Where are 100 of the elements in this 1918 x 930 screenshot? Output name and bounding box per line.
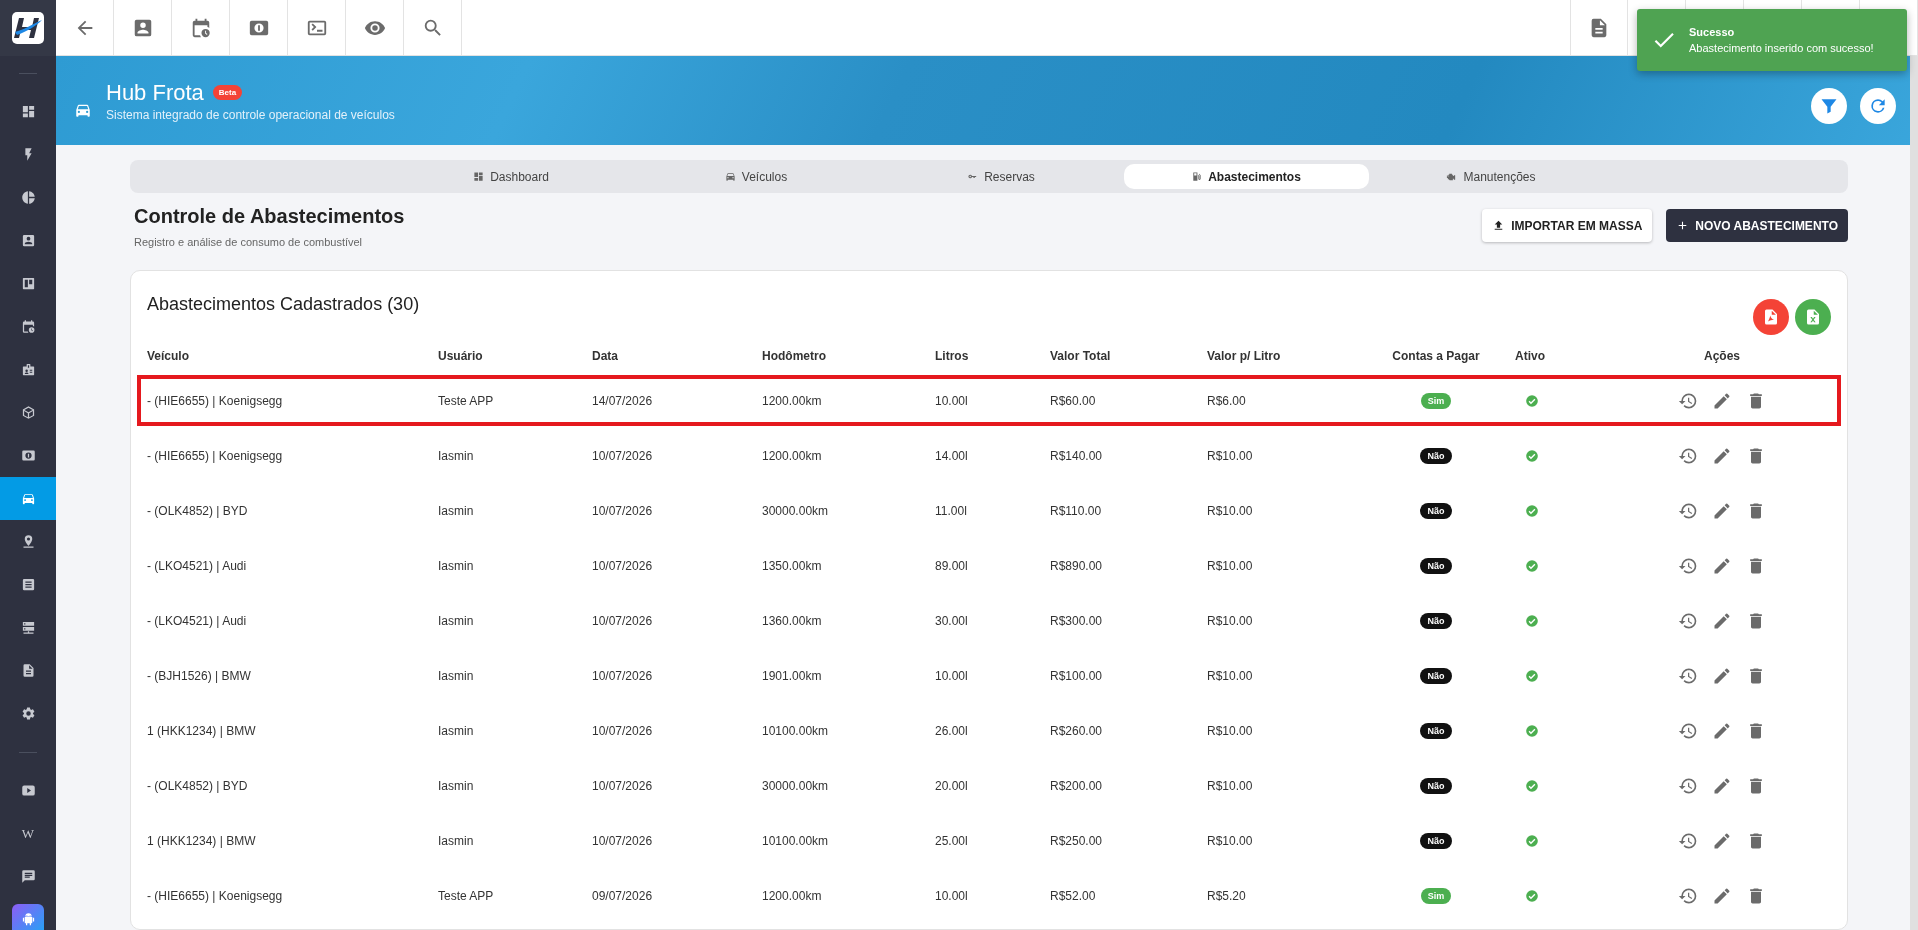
robot-icon	[20, 912, 36, 927]
table-cell-text: R$10.00	[1207, 778, 1254, 793]
filter-button[interactable]	[1811, 87, 1847, 124]
table-cell-text: R$10.00	[1207, 668, 1254, 683]
scrollbar[interactable]	[1910, 56, 1918, 930]
tab[interactable]: Abastecimentos	[1123, 164, 1369, 189]
table-cell-text: - (OLK4852) | BYD	[147, 778, 249, 793]
column-header: Valor Total	[1050, 349, 1112, 363]
table-cell-text: 11.00l	[935, 503, 968, 518]
table-cell-text: 10/07/2026	[592, 778, 654, 793]
table-cell-text: 20.00l	[935, 778, 969, 793]
column-header: Ações	[1703, 349, 1741, 363]
table-cell-text: Iasmin	[438, 833, 475, 848]
column-header: Usuário	[438, 349, 484, 363]
table-cell-text: 10/07/2026	[592, 558, 654, 573]
export-button[interactable]	[1795, 299, 1831, 335]
table-row[interactable]: 1 (HKK1234) | BMW Iasmin 10/07/2026 10100.00km 26.00l R$260.00 R$10.00 Não	[147, 703, 1831, 758]
chat-icon	[20, 869, 36, 884]
table-cell-text: 1350.00km	[762, 558, 823, 573]
table-cell-text: R$10.00	[1207, 833, 1254, 848]
dashboard-icon	[473, 171, 485, 182]
table-cell-text: Teste APP	[438, 888, 495, 903]
status-badge: Não	[1420, 447, 1452, 464]
edit-icon[interactable]	[1712, 610, 1732, 631]
sidebar-item[interactable]: W	[1, 812, 55, 855]
sidebar-app-tile[interactable]	[12, 903, 44, 930]
table-cell-text: 10.00l	[935, 668, 969, 683]
edit-icon[interactable]	[1712, 830, 1732, 851]
table-row[interactable]: - (HIE6655) | Koenigsegg Iasmin 10/07/2026 1200.00km 14.00l R$140.00 R$10.00 Não	[147, 428, 1831, 483]
table-row[interactable]: - (HIE6655) | Koenigsegg Teste APP 14/07/2026 1200.00km 10.00l R$60.00 R$6.00 Sim	[137, 375, 1841, 426]
table-cell-text: R$250.00	[1050, 833, 1104, 848]
table-row[interactable]: - (OLK4852) | BYD Iasmin 10/07/2026 30000.00km 11.00l R$110.00 R$10.00 Não	[147, 483, 1831, 538]
status-badge: Não	[1420, 557, 1452, 574]
logo-icon	[12, 12, 44, 44]
status-badge: Não	[1420, 667, 1452, 684]
status-badge: Não	[1420, 722, 1452, 739]
table-cell-text: Iasmin	[438, 558, 475, 573]
table-cell-text: R$200.00	[1050, 778, 1104, 793]
server-icon	[20, 620, 36, 635]
table-cell-text: - (HIE6655) | Koenigsegg	[147, 888, 284, 903]
table-row[interactable]: - (BJH1526) | BMW Iasmin 10/07/2026 1901.00km 10.00l R$100.00 R$10.00 Não	[147, 648, 1831, 703]
list-icon	[20, 577, 36, 592]
status-badge: Sim	[1420, 392, 1452, 409]
car-icon	[20, 491, 36, 506]
tab[interactable]: Reservas	[878, 164, 1124, 189]
status-badge: Não	[1420, 502, 1452, 519]
table-cell-text: R$10.00	[1207, 613, 1254, 628]
table-row[interactable]: - (OLK4852) | BYD Iasmin 10/07/2026 30000.00km 20.00l R$200.00 R$10.00 Não	[147, 758, 1831, 813]
edit-icon[interactable]	[1712, 390, 1732, 411]
table-cell-text: R$10.00	[1207, 723, 1254, 738]
pdf-file-icon	[1762, 308, 1780, 326]
table-cell-text: - (LKO4521) | Audi	[147, 613, 248, 628]
status-badge: Sim	[1420, 887, 1452, 904]
table-cell-text: 30000.00km	[762, 778, 830, 793]
table-cell-text: Teste APP	[438, 393, 495, 408]
new-button[interactable]: NOVO ABASTECIMENTO	[1666, 209, 1848, 242]
table-cell-text: - (BJH1526) | BMW	[147, 668, 252, 683]
table-cell-text: Iasmin	[438, 778, 475, 793]
edit-icon[interactable]	[1712, 720, 1732, 741]
table-cell-text: Iasmin	[438, 448, 475, 463]
table-cell-text: - (OLK4852) | BYD	[147, 503, 249, 518]
toolbar-button[interactable]	[1570, 0, 1628, 55]
status-badge: Não	[1420, 777, 1452, 794]
refresh-button[interactable]	[1860, 87, 1896, 124]
edit-icon[interactable]	[1712, 555, 1732, 576]
table-row[interactable]: - (LKO4521) | Audi Iasmin 10/07/2026 1350.00km 89.00l R$890.00 R$10.00 Não	[147, 538, 1831, 593]
cash-icon	[20, 448, 36, 463]
table-cell-text: R$10.00	[1207, 558, 1254, 573]
table-cell-text: 14.00l	[935, 448, 969, 463]
page-title: Controle de Abastecimentos	[134, 205, 405, 228]
import-button[interactable]: IMPORTAR EM MASSA	[1482, 209, 1653, 242]
table-cell-text: 1200.00km	[762, 393, 823, 408]
table-cell-text: 10/07/2026	[592, 833, 654, 848]
table-row[interactable]: 1 (HKK1234) | BMW Iasmin 10/07/2026 10100.00km 25.00l R$250.00 R$10.00 Não	[147, 813, 1831, 868]
table-row[interactable]: - (HIE6655) | Koenigsegg Teste APP 09/07/2026 1200.00km 10.00l R$52.00 R$5.20 Sim	[147, 868, 1831, 923]
app-title: Hub Frota	[106, 79, 204, 106]
tab[interactable]: Dashboard	[388, 164, 634, 189]
tab[interactable]: Manutenções	[1368, 164, 1614, 189]
table-cell-text: 89.00l	[935, 558, 969, 573]
edit-icon[interactable]	[1712, 445, 1732, 466]
table-cell-text: R$10.00	[1207, 448, 1254, 463]
spreadsheet-file-icon	[1804, 308, 1822, 326]
edit-icon[interactable]	[1712, 775, 1732, 796]
table-cell-text: 10.00l	[935, 393, 969, 408]
beta-badge: Beta	[212, 85, 243, 100]
fuel-pump-icon	[1191, 171, 1203, 182]
table-row[interactable]: - (LKO4521) | Audi Iasmin 10/07/2026 1360.00km 30.00l R$300.00 R$10.00 Não	[147, 593, 1831, 648]
column-header: Hodômetro	[762, 349, 827, 363]
table-cell-text: 14/07/2026	[592, 393, 654, 408]
edit-icon[interactable]	[1712, 665, 1732, 686]
edit-icon[interactable]	[1712, 885, 1732, 906]
video-icon	[20, 783, 36, 798]
table-cell-text: 10.00l	[935, 888, 969, 903]
tab[interactable]: Veículos	[633, 164, 879, 189]
box-icon	[20, 405, 36, 420]
edit-icon[interactable]	[1712, 500, 1732, 521]
table-cell-text: 1 (HKK1234) | BMW	[147, 833, 257, 848]
export-button[interactable]	[1753, 299, 1789, 335]
table-cell-text: Iasmin	[438, 503, 475, 518]
column-header: Data	[592, 349, 619, 363]
